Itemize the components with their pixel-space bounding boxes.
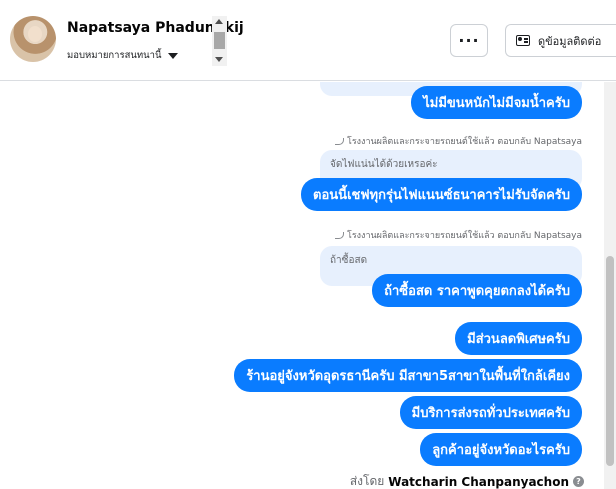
scroll-thumb[interactable] (214, 32, 225, 49)
ellipsis-icon: ··· (458, 31, 480, 50)
message-thread: ไม่มีขนหนักไม่มีจมน้ำครับ โรงงานผลิตและก… (0, 82, 604, 489)
avatar[interactable] (10, 16, 56, 62)
sender-name[interactable]: Watcharin Chanpanyachon (388, 475, 569, 489)
reply-arrow-icon (334, 231, 344, 239)
outgoing-message[interactable]: ลูกค้าอยู่จังหวัดอะไรครับ (420, 433, 582, 466)
sent-by-prefix: ส่งโดย (349, 474, 385, 488)
view-contact-button[interactable]: ดูข้อมูลติดต่อ (505, 24, 616, 57)
outgoing-message[interactable]: ตอนนี้เชฟทุกรุ่นไฟแนนซ์ธนาคารไม่รับจัดคร… (301, 178, 582, 211)
outgoing-message[interactable]: ร้านอยู่จังหวัดอุดรธานีครับ มีสาขา5สาขาใ… (234, 359, 582, 392)
conversation-header: Napatsaya Phadungkij มอบหมายการสนทนานี้ … (0, 0, 616, 81)
outgoing-message[interactable]: มีส่วนลดพิเศษครับ (455, 322, 582, 355)
outgoing-message[interactable]: มีบริการส่งรถทั่วประเทศครับ (399, 396, 582, 429)
sent-by-line: ส่งโดย Watcharin Chanpanyachon ? (350, 472, 584, 489)
scroll-down-arrow-icon[interactable] (215, 57, 223, 62)
info-icon[interactable]: ? (573, 476, 584, 487)
quoted-text: ถ้าซื้อสด (330, 255, 368, 266)
thread-scrollbar[interactable] (604, 82, 616, 489)
contact-card-icon (516, 35, 530, 46)
scroll-up-arrow-icon[interactable] (215, 19, 223, 24)
reply-arrow-icon (334, 137, 344, 145)
quoted-text: จัดไฟแน่นได้ด้วยเหรอค่ะ (330, 159, 438, 170)
view-contact-label: ดูข้อมูลติดต่อ (538, 34, 602, 48)
outgoing-message[interactable]: ถ้าซื้อสด ราคาพูดคุยตกลงได้ครับ (372, 274, 582, 307)
header-scrollbar[interactable] (212, 16, 227, 66)
outgoing-message[interactable]: ไม่มีขนหนักไม่มีจมน้ำครับ (411, 86, 582, 119)
caret-down-icon (167, 52, 178, 59)
more-options-button[interactable]: ··· (450, 24, 488, 57)
scroll-thumb[interactable] (606, 256, 614, 466)
reply-meta-text: โรงงานผลิตและกระจายรถยนต์ใช้แล้ว ตอบกลับ… (346, 137, 582, 147)
reply-meta-text: โรงงานผลิตและกระจายรถยนต์ใช้แล้ว ตอบกลับ… (346, 231, 582, 241)
assign-conversation-dropdown[interactable]: มอบหมายการสนทนานี้ (67, 48, 178, 63)
reply-meta: โรงงานผลิตและกระจายรถยนต์ใช้แล้ว ตอบกลับ… (334, 134, 582, 148)
assign-label: มอบหมายการสนทนานี้ (67, 50, 162, 61)
reply-meta: โรงงานผลิตและกระจายรถยนต์ใช้แล้ว ตอบกลับ… (334, 228, 582, 242)
